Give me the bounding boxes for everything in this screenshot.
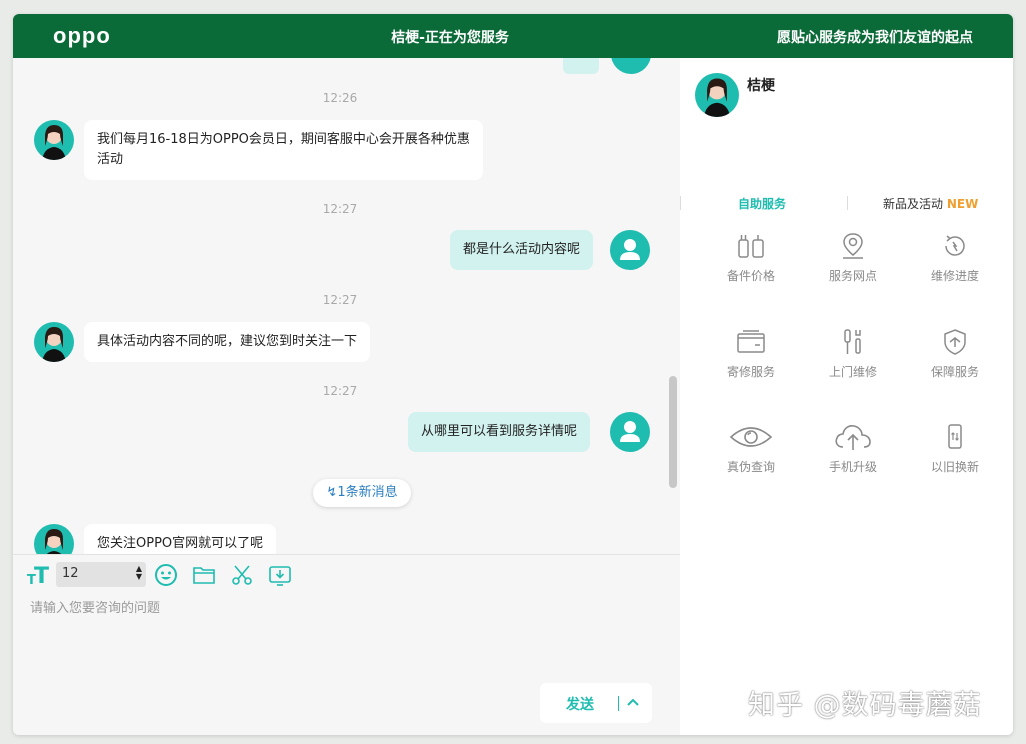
agent-message: 我们每月16-18日为OPPO会员日，期间客服中心会开展各种优惠活动: [84, 120, 483, 180]
service-label: 以旧换新: [930, 460, 979, 474]
svg-text:T: T: [34, 564, 49, 587]
service-repair-progress[interactable]: 维修进度: [915, 231, 995, 284]
new-message-label: 1条新消息: [337, 485, 398, 500]
font-size-icon[interactable]: TT: [26, 563, 50, 591]
eye-icon: [729, 427, 773, 447]
user-message: 都是什么活动内容呢: [450, 230, 594, 270]
service-parts-price[interactable]: 备件价格: [711, 231, 791, 284]
partial-user-bubble: [563, 58, 599, 74]
tools-icon: [844, 329, 861, 354]
service-label: 手机升级: [828, 460, 877, 474]
cloud-upload-icon: [835, 425, 871, 450]
scissors-icon[interactable]: [230, 564, 254, 590]
send-button[interactable]: 发送: [540, 683, 652, 723]
message-input[interactable]: 请输入您要咨询的问题: [30, 597, 160, 616]
service-label: 服务网点: [828, 269, 877, 283]
location-icon: [843, 233, 863, 259]
service-phone-upgrade[interactable]: 手机升级: [813, 422, 893, 475]
mail-box-icon: [737, 330, 765, 353]
tab-divider: [680, 196, 681, 210]
send-divider: [618, 696, 619, 711]
service-protection[interactable]: 保障服务: [915, 327, 995, 380]
service-label: 备件价格: [726, 269, 775, 283]
service-onsite-repair[interactable]: 上门维修: [813, 327, 893, 380]
tab-self-service[interactable]: 自助服务: [738, 195, 786, 212]
service-mail-in-repair[interactable]: 寄修服务: [711, 327, 791, 380]
chat-window: oppo 桔梗-正在为您服务 愿贴心服务成为我们友谊的起点 12:26 我们每月…: [13, 14, 1013, 735]
phone-swap-icon: [948, 424, 962, 449]
chat-scrollbar[interactable]: [669, 376, 677, 488]
tab-new-products[interactable]: 新品及活动 NEW: [883, 195, 978, 212]
user-icon: [620, 421, 640, 442]
service-trade-in[interactable]: 以旧换新: [915, 422, 995, 475]
service-label: 寄修服务: [726, 365, 775, 379]
service-label: 保障服务: [930, 365, 979, 379]
user-message: 从哪里可以看到服务详情呢: [408, 412, 591, 452]
service-label: 维修进度: [930, 269, 979, 283]
agent-avatar: [34, 524, 74, 554]
shield-icon: [944, 329, 966, 355]
message-time: 12:27: [322, 202, 358, 216]
tab-divider: [847, 196, 848, 210]
user-avatar: [610, 412, 650, 452]
message-time: 12:27: [322, 293, 358, 307]
new-message-button[interactable]: ↯1条新消息: [313, 479, 411, 507]
folder-icon[interactable]: [192, 564, 216, 590]
agent-message: 您关注OPPO官网就可以了呢: [84, 524, 277, 554]
user-avatar: [611, 58, 651, 74]
input-area: TT 12 ▲ ▼ 请输入您要咨询的问题 发送: [13, 554, 680, 735]
send-label: 发送: [566, 697, 594, 713]
double-chevron-down-icon: ↯: [326, 485, 338, 500]
header-slogan: 愿贴心服务成为我们友谊的起点: [777, 30, 973, 46]
emoji-icon[interactable]: [154, 563, 178, 591]
header-title: 桔梗-正在为您服务: [391, 30, 509, 46]
new-badge: NEW: [946, 197, 979, 211]
history-download-icon[interactable]: [268, 564, 292, 590]
parts-icon: [738, 235, 764, 258]
watermark: 知乎 @数码毒蘑菇: [748, 690, 982, 721]
font-size-select[interactable]: 12 ▲ ▼: [56, 562, 146, 587]
chevron-up-icon[interactable]: [626, 694, 640, 714]
user-avatar: [610, 230, 650, 270]
agent-avatar: [34, 322, 74, 362]
user-icon: [620, 239, 640, 260]
progress-icon: [945, 235, 965, 256]
service-service-outlets[interactable]: 服务网点: [813, 231, 893, 284]
service-label: 上门维修: [828, 365, 877, 379]
header: oppo 桔梗-正在为您服务 愿贴心服务成为我们友谊的起点: [13, 14, 1013, 58]
service-label: 真伪查询: [726, 460, 775, 474]
message-time: 12:26: [322, 91, 358, 105]
agent-name: 桔梗: [747, 78, 775, 94]
agent-avatar: [34, 120, 74, 160]
message-time: 12:27: [322, 384, 358, 398]
agent-avatar: [695, 73, 739, 117]
chat-panel: 12:26 我们每月16-18日为OPPO会员日，期间客服中心会开展各种优惠活动…: [13, 58, 680, 735]
agent-message: 具体活动内容不同的呢，建议您到时关注一下: [84, 322, 371, 362]
spinner-arrows-icon[interactable]: ▲ ▼: [136, 565, 142, 581]
tab-new-products-label: 新品及活动: [883, 197, 944, 211]
side-panel: 桔梗 自助服务 新品及活动 NEW 备件价格 服务网点 维修进度 寄修服务 上门…: [680, 58, 1013, 735]
message-list[interactable]: 12:26 我们每月16-18日为OPPO会员日，期间客服中心会开展各种优惠活动…: [13, 58, 680, 554]
font-size-value: 12: [62, 566, 79, 581]
service-authenticity-check[interactable]: 真伪查询: [711, 422, 791, 475]
